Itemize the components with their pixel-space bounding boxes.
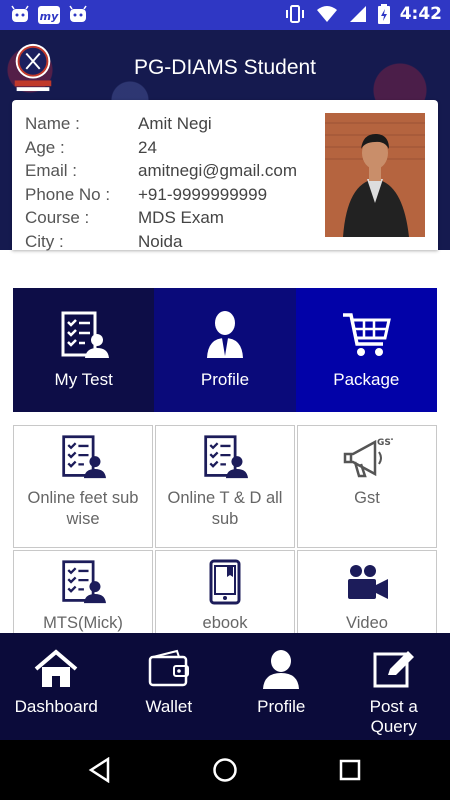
- profile-info: Name : Amit Negi Age :24 Email : amitnegi@…: [25, 114, 297, 255]
- feature-tiles: My Test Profile Package: [13, 288, 437, 412]
- profile-row-phone: Phone No : +91-9999999999: [25, 184, 268, 204]
- bottom-navigation: Dashboard Wallet Profile Post a Query: [0, 633, 450, 740]
- nav-profile[interactable]: Profile: [225, 633, 338, 740]
- android-icon: [69, 5, 87, 22]
- dashboard-label: Dashboard: [14, 697, 98, 716]
- profile-tile[interactable]: Profile: [154, 288, 296, 412]
- shopping-cart-icon: [343, 313, 392, 356]
- user-icon: [263, 650, 300, 689]
- status-bar: my 4:42: [0, 0, 450, 30]
- user-tie-icon: [206, 311, 243, 358]
- mts-label: MTS(Mick): [43, 614, 123, 632]
- test-report-icon: [62, 435, 106, 479]
- android-icon: [11, 5, 29, 22]
- online-feet-sub-wise-item[interactable]: Online feet sub wise: [13, 425, 153, 548]
- system-navigation-bar: [0, 740, 450, 800]
- wallet-icon: [148, 649, 189, 687]
- clock: 4:42: [399, 4, 442, 24]
- vibrate-icon: [285, 5, 304, 23]
- profile-nav-label: Profile: [257, 697, 306, 716]
- megaphone-gst-icon: GST: [343, 438, 393, 478]
- my-test-tile[interactable]: My Test: [13, 288, 155, 412]
- home-button-icon[interactable]: [212, 757, 238, 783]
- online-feet-label: Online feet sub wise: [27, 489, 139, 528]
- profile-row-course: Course : MDS Exam: [25, 208, 224, 227]
- nav-post-query[interactable]: Post a Query: [338, 633, 450, 740]
- battery-icon: [377, 4, 390, 24]
- tablet-icon: [209, 559, 241, 605]
- home-icon: [34, 649, 78, 687]
- nav-wallet[interactable]: Wallet: [113, 633, 226, 740]
- app-title: PG-DIAMS Student: [133, 56, 317, 79]
- edit-icon: [373, 651, 414, 688]
- ebook-label: ebook: [202, 614, 248, 632]
- profile-row-email: Email : amitnegi@gmail.com: [25, 161, 297, 180]
- online-td-all-sub-item[interactable]: Online T & D all sub: [155, 425, 295, 548]
- gst-item[interactable]: GST Gst: [297, 425, 437, 548]
- profile-row-age: Age :24: [25, 137, 157, 157]
- nav-dashboard[interactable]: Dashboard: [0, 633, 113, 740]
- gst-label: Gst: [354, 489, 380, 507]
- svg-text:my: my: [40, 10, 59, 23]
- recents-icon[interactable]: [339, 759, 361, 781]
- wifi-icon: [316, 6, 337, 22]
- video-camera-icon: [348, 565, 388, 599]
- online-td-label: Online T & D all sub: [167, 489, 283, 528]
- my-test-label: My Test: [54, 370, 113, 389]
- signal-icon: [349, 6, 366, 22]
- test-report-icon: [62, 560, 106, 604]
- test-report-icon: [61, 311, 109, 358]
- video-label: Video: [346, 614, 388, 632]
- profile-card: Name : Amit Negi Age :24 Email : amitnegi@…: [12, 100, 438, 251]
- profile-row-name: Name : Amit Negi: [25, 114, 212, 133]
- profile-row-city: City : Noida: [25, 231, 183, 251]
- wallet-label: Wallet: [145, 697, 193, 716]
- post-query-label: Post a Query: [369, 697, 418, 736]
- package-label: Package: [333, 370, 400, 389]
- profile-photo: [325, 113, 425, 237]
- profile-tile-label: Profile: [200, 370, 250, 389]
- test-report-icon: [204, 435, 248, 479]
- package-tile[interactable]: Package: [295, 288, 437, 412]
- mi-icon: my: [38, 6, 60, 24]
- svg-text:GST: GST: [377, 438, 393, 448]
- back-icon[interactable]: [88, 757, 112, 783]
